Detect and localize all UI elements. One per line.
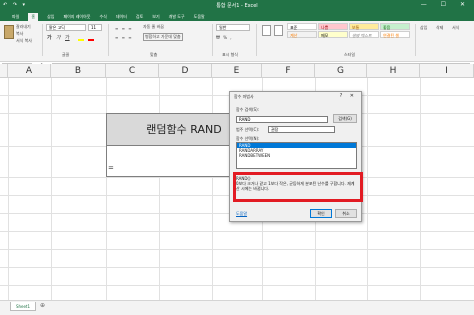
conditional-format-icon[interactable] (262, 25, 271, 36)
list-item[interactable]: RANDBETWEEN (237, 153, 356, 158)
number-group-label: 표시 형식 (222, 52, 238, 57)
column-header[interactable]: H (367, 64, 420, 78)
cut-button[interactable]: 잘라내기 (16, 24, 31, 30)
copy-button[interactable]: 복사 (16, 31, 23, 37)
tab-formulas[interactable]: 수식 (99, 14, 106, 20)
cell-c4-formula: = (108, 164, 114, 172)
title-bar: ↶ ↷ ▾ 통합 문서1 - Excel — ☐ ✕ (0, 0, 474, 13)
font-name-box[interactable]: 맑은 고딕 (46, 24, 86, 31)
style-linked-cell[interactable]: 연결된 셀 (380, 31, 410, 38)
column-header[interactable]: C (106, 64, 159, 78)
window-controls[interactable]: — ☐ ✕ (421, 1, 471, 8)
sheet-tab[interactable]: Sheet1 (10, 302, 36, 311)
font-group-label: 글꼴 (62, 52, 70, 57)
select-all-corner[interactable] (0, 64, 8, 78)
underline-icon[interactable]: 가 (65, 34, 70, 41)
format-painter-button[interactable]: 서식 복사 (16, 38, 32, 44)
insert-function-dialog: 함수 마법사 ? ✕ 함수 검색(S): RAND 검색(G) 범주 선택(C)… (229, 91, 362, 222)
tab-home[interactable]: 홈 (28, 13, 39, 21)
column-header[interactable]: D (159, 64, 212, 78)
italic-icon[interactable]: 가 (56, 34, 61, 41)
tab-data[interactable]: 데이터 (116, 14, 127, 20)
column-header[interactable]: B (51, 64, 106, 78)
ribbon-tabs: 파일 홈 삽입 페이지 레이아웃 수식 데이터 검토 보기 개발 도구 도움말 (0, 13, 474, 21)
dialog-controls[interactable]: ? ✕ (340, 93, 357, 99)
format-as-table-icon[interactable] (274, 25, 283, 36)
bold-icon[interactable]: 가 (47, 34, 52, 41)
column-header[interactable]: I (420, 64, 474, 78)
format-cells-button[interactable]: 서식 (452, 25, 459, 31)
sheet-tab-bar: Sheet1 ⊕ (0, 300, 474, 315)
search-label: 함수 검색(S): (236, 107, 259, 112)
help-link[interactable]: 도움말 (236, 211, 247, 217)
align-group-label: 맞춤 (150, 52, 158, 57)
function-search-input[interactable]: RAND (236, 116, 328, 123)
align-icons[interactable]: ≡ ≡ ≡ (115, 26, 133, 31)
style-neutral[interactable]: 보통 (349, 23, 379, 30)
column-header[interactable]: F (262, 64, 315, 78)
styles-group-label: 스타일 (344, 52, 356, 57)
ribbon: 잘라내기 복사 서식 복사 맑은 고딕 11 가 가 가 글꼴 자동 줄 바꿈 … (0, 21, 474, 62)
style-explanatory[interactable]: 설명 텍스트 (349, 31, 379, 38)
tab-review[interactable]: 검토 (136, 14, 143, 20)
style-calculation[interactable]: 계산 (287, 31, 317, 38)
category-select[interactable]: 권장 (268, 126, 335, 133)
font-color-icon[interactable] (88, 35, 94, 41)
merge-center-button[interactable]: 병합하고 가운데 맞춤 (143, 33, 183, 41)
highlight-box (233, 172, 363, 202)
column-header[interactable]: E (212, 64, 262, 78)
tab-page-layout[interactable]: 페이지 레이아웃 (63, 14, 90, 20)
tab-file[interactable]: 파일 (12, 14, 19, 20)
column-header[interactable]: G (315, 64, 367, 78)
fill-color-icon[interactable] (78, 35, 84, 41)
style-bad[interactable]: 나쁨 (318, 23, 348, 30)
cancel-button[interactable]: 취소 (335, 209, 357, 218)
style-normal[interactable]: 표준 (287, 23, 317, 30)
style-good[interactable]: 좋음 (380, 23, 410, 30)
insert-cells-button[interactable]: 삽입 (420, 25, 427, 31)
number-format-icons[interactable]: ₩ % , (216, 35, 233, 40)
function-list[interactable]: RAND RANDARRAY RANDBETWEEN (236, 142, 357, 169)
go-button[interactable]: 검색(G) (333, 114, 357, 123)
column-header[interactable]: A (8, 64, 51, 78)
window-title: 통합 문서1 - Excel (216, 3, 258, 9)
add-sheet-icon[interactable]: ⊕ (40, 302, 45, 309)
font-size-box[interactable]: 11 (88, 24, 102, 31)
tab-help[interactable]: 도움말 (194, 14, 205, 20)
paste-icon[interactable] (4, 25, 14, 39)
number-format-box[interactable]: 일반 (216, 24, 250, 31)
style-note[interactable]: 메모 (318, 31, 348, 38)
indent-icons[interactable]: ≡ ≡ ≡ (115, 35, 133, 40)
wrap-text-button[interactable]: 자동 줄 바꿈 (143, 24, 164, 30)
tab-developer[interactable]: 개발 도구 (169, 14, 185, 20)
dialog-title: 함수 마법사 (234, 94, 254, 99)
tab-view[interactable]: 보기 (152, 14, 159, 20)
tab-insert[interactable]: 삽입 (47, 14, 54, 20)
category-label: 범주 선택(C): (236, 127, 260, 132)
delete-cells-button[interactable]: 삭제 (436, 25, 443, 31)
column-headers: A B C D E F G H I (0, 64, 474, 78)
ok-button[interactable]: 확인 (310, 209, 332, 218)
